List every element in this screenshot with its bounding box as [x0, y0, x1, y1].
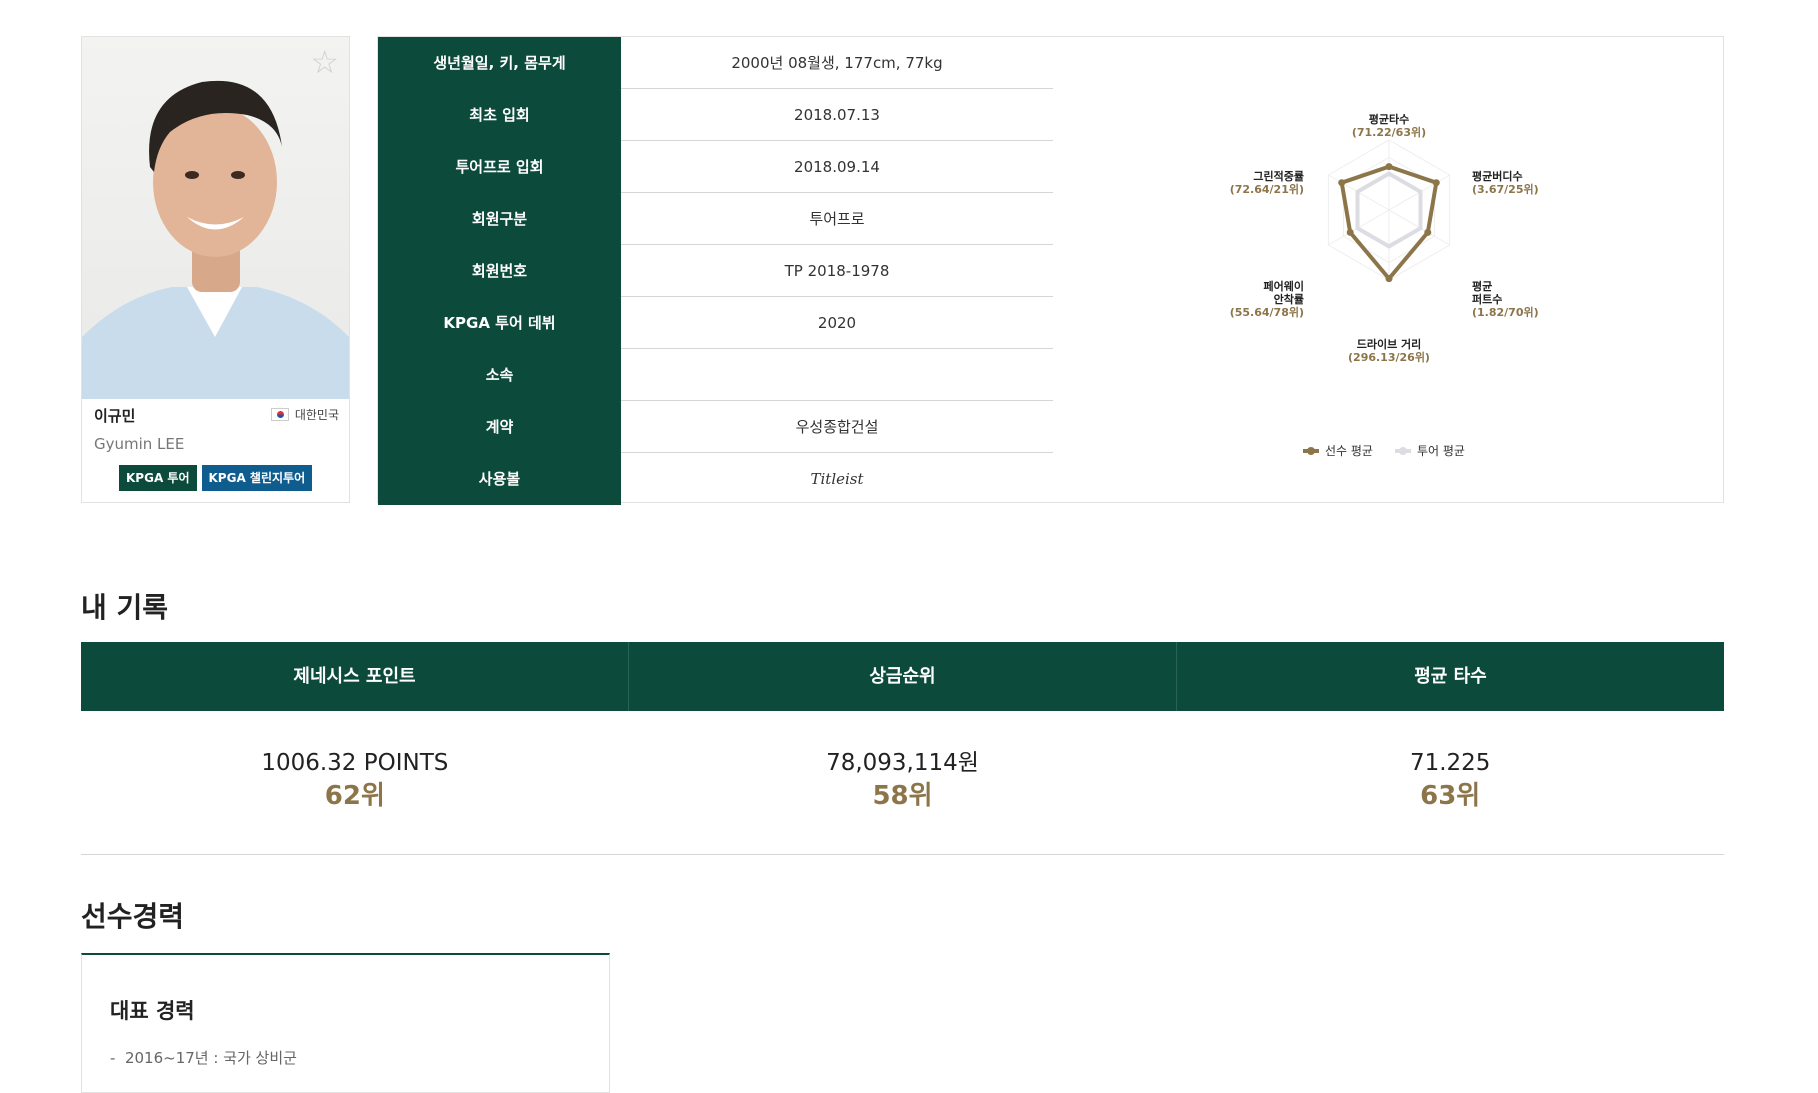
radar-label-gir: 그린적중률 (72.64/21위) [1229, 170, 1304, 196]
player-info-table: 생년월일, 키, 몸무게 2000년 08월생, 177cm, 77kg 최초 입… [378, 37, 1053, 505]
info-row: 투어프로 입회 2018.09.14 [378, 140, 1053, 193]
record-avg-score: 71.225 63위 [1176, 711, 1724, 854]
radar-player-point [1432, 179, 1440, 187]
player-photo: ☆ [82, 37, 349, 399]
player-english-name: Gyumin LEE [94, 435, 185, 453]
info-value: 투어프로 [621, 192, 1053, 245]
records-header-avg-score: 평균 타수 [1414, 666, 1487, 687]
record-value: 78,093,114원 [826, 750, 979, 776]
radar-label-drive-distance: 드라이브 거리 (296.13/26위) [1348, 338, 1430, 364]
nationality-label: 대한민국 [294, 408, 339, 422]
radar-player-point [1385, 163, 1393, 171]
records-header-genesis: 제네시스 포인트 [81, 642, 629, 711]
nationality: 대한민국 [270, 406, 339, 423]
info-label: 사용볼 [378, 452, 621, 505]
record-genesis: 1006.32 POINTS 62위 [81, 711, 629, 854]
info-row: 생년월일, 키, 몸무게 2000년 08월생, 177cm, 77kg [378, 37, 1053, 89]
info-value [621, 348, 1053, 401]
info-value: 2020 [621, 296, 1053, 349]
career-box: 대표 경력 - 2016~17년 : 국가 상비군 [81, 953, 610, 1093]
truncated-top-text: ... [110, 0, 1360, 2]
tour-tags: KPGA 투어 KPGA 챌린지투어 [119, 465, 313, 491]
info-row: 최초 입회 2018.07.13 [378, 88, 1053, 141]
info-value: 2018.09.14 [621, 140, 1053, 193]
info-label: 최초 입회 [378, 88, 621, 141]
info-row: 계약 우성종합건설 [378, 400, 1053, 453]
info-label: 생년월일, 키, 몸무게 [378, 37, 621, 89]
info-row: 회원번호 TP 2018-1978 [378, 244, 1053, 297]
radar-player-point [1346, 228, 1354, 236]
radar-player-point [1385, 275, 1393, 283]
career-title: 선수경력 [81, 900, 185, 933]
legend-tour-swatch [1394, 446, 1411, 455]
favorite-star-icon[interactable]: ☆ [310, 43, 339, 81]
radar-legend: 선수 평균 투어 평균 [1303, 442, 1465, 459]
stats-radar-chart: 평균타수 (71.22/63위) 평균버디수 (3.67/25위) 평균 퍼트수 (1.… [1204, 100, 1574, 400]
info-label: KPGA 투어 데뷔 [378, 296, 621, 349]
record-value: 71.225 [1409, 750, 1491, 776]
info-row: 회원구분 투어프로 [378, 192, 1053, 245]
info-label: 회원번호 [378, 244, 621, 297]
info-row: 소속 [378, 348, 1053, 401]
info-label: 계약 [378, 400, 621, 453]
records-header-prize: 상금순위 [629, 642, 1177, 711]
info-label: 회원구분 [378, 192, 621, 245]
info-row: KPGA 투어 데뷔 2020 [378, 296, 1053, 349]
record-prize: 78,093,114원 58위 [629, 711, 1177, 854]
career-item-text: 2016~17년 : 국가 상비군 [124, 1049, 297, 1067]
record-rank: 58위 [872, 781, 933, 811]
korea-flag-icon [270, 408, 289, 421]
radar-label-fairway: 페어웨이 안착률 (55.64/78위) [1229, 280, 1304, 319]
legend-player: 선수 평균 [1303, 442, 1373, 459]
radar-player-point [1338, 179, 1346, 187]
radar-player-point [1424, 228, 1432, 236]
player-name: 이규민 [94, 407, 136, 425]
record-rank: 63위 [1420, 781, 1481, 811]
radar-label-avg-score: 평균타수 (71.22/63위) [1351, 113, 1427, 139]
records-body: 1006.32 POINTS 62위 78,093,114원 58위 71.22… [81, 711, 1724, 855]
career-box-title: 대표 경력 [110, 999, 195, 1023]
info-value: 우성종합건설 [621, 400, 1053, 453]
info-label: 소속 [378, 348, 621, 401]
records-title: 내 기록 [81, 591, 169, 624]
record-value: 1006.32 POINTS [261, 750, 449, 776]
records-header: 제네시스 포인트 상금순위 평균 타수 [81, 642, 1724, 711]
tag-kpga-tour[interactable]: KPGA 투어 [119, 465, 197, 491]
legend-player-swatch [1303, 446, 1319, 455]
info-label: 투어프로 입회 [378, 140, 621, 193]
record-rank: 62위 [324, 781, 385, 811]
legend-tour-label: 투어 평균 [1416, 444, 1465, 458]
info-value: TP 2018-1978 [621, 244, 1053, 297]
info-value: 2000년 08월생, 177cm, 77kg [621, 37, 1053, 89]
info-value: 2018.07.13 [621, 88, 1053, 141]
career-item: - 2016~17년 : 국가 상비군 [110, 1049, 297, 1067]
info-row: 사용볼 Titleist [378, 452, 1053, 505]
radar-label-avg-putt: 평균 퍼트수 (1.82/70위) [1472, 280, 1539, 319]
legend-player-label: 선수 평균 [1325, 444, 1373, 458]
legend-tour: 투어 평균 [1394, 442, 1465, 459]
ball-brand-logo: Titleist [810, 469, 864, 488]
player-profile-card: ☆ 이규민 대한민국 Gyumin LEE KPGA 투어 KPGA 챌린지투어 [81, 36, 350, 503]
radar-label-avg-birdie: 평균버디수 (3.67/25위) [1472, 170, 1539, 196]
tag-kpga-challenge-tour[interactable]: KPGA 챌린지투어 [201, 465, 313, 491]
